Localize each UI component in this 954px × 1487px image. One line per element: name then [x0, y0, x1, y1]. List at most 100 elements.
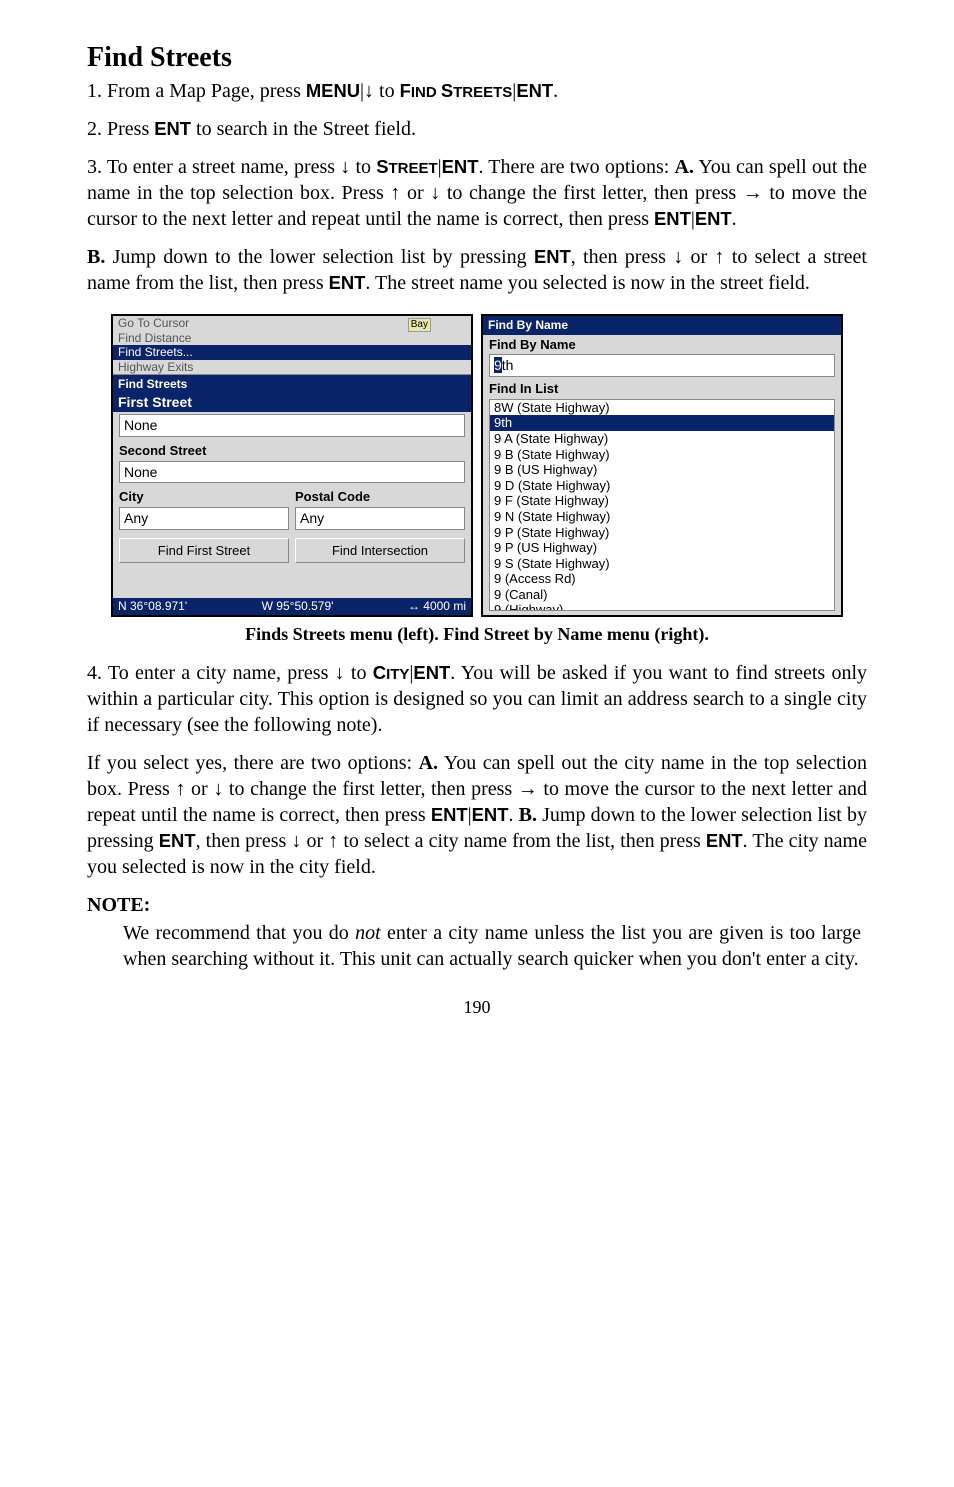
- step-3: 3. To enter a street name, press ↓ to ST…: [87, 154, 867, 232]
- menu-item[interactable]: Highway Exits: [113, 360, 471, 375]
- key-ent: ENT: [516, 80, 553, 101]
- option-b-label: B.: [519, 804, 537, 826]
- panel-title: Find By Name: [483, 316, 841, 334]
- list-item[interactable]: 9 P (US Highway): [490, 540, 834, 556]
- down-arrow-icon: ↓: [291, 830, 301, 852]
- key-ent: ENT: [159, 830, 196, 851]
- list-item[interactable]: 9 N (State Highway): [490, 509, 834, 525]
- key-ent: ENT: [154, 118, 191, 139]
- find-streets-panel: Bay Go To Cursor Find Distance Find Stre…: [111, 314, 473, 616]
- text: to search in the Street field.: [191, 118, 416, 140]
- list-item[interactable]: 9 A (State Highway): [490, 431, 834, 447]
- step-4: 4. To enter a city name, press ↓ to CITY…: [87, 660, 867, 738]
- find-intersection-button[interactable]: Find Intersection: [295, 538, 465, 564]
- list-item[interactable]: 9 B (State Highway): [490, 447, 834, 463]
- second-street-field[interactable]: None: [119, 461, 465, 484]
- up-arrow-icon: ↑: [175, 778, 185, 800]
- text: .: [553, 80, 558, 102]
- find-by-name-input[interactable]: 9th: [489, 354, 835, 377]
- map-tooltip: Bay: [408, 318, 431, 332]
- key-ent: ENT: [413, 662, 450, 683]
- text: .: [732, 208, 737, 230]
- text: 3. To enter a street name, press: [87, 156, 340, 178]
- key-menu: MENU: [306, 80, 360, 101]
- scale: ↔ 4000 mi: [408, 599, 466, 613]
- down-arrow-icon: ↓: [673, 246, 683, 268]
- down-arrow-icon: ↓: [335, 662, 345, 684]
- key-ent: ENT: [654, 208, 691, 229]
- first-street-field[interactable]: None: [119, 414, 465, 437]
- option-a-label: A.: [419, 752, 438, 774]
- find-first-street-button[interactable]: Find First Street: [119, 538, 289, 564]
- text: 4. To enter a city name, press: [87, 662, 335, 684]
- key-ent: ENT: [329, 272, 366, 293]
- postal-field[interactable]: Any: [295, 507, 465, 530]
- step-1: 1. From a Map Page, press MENU|↓ to FIND…: [87, 78, 867, 104]
- key-ent: ENT: [472, 804, 509, 825]
- heading-find-streets: Find Streets: [87, 40, 867, 76]
- text: F: [400, 80, 411, 101]
- text: to: [350, 156, 376, 178]
- key-ent: ENT: [431, 804, 468, 825]
- text: TREET: [388, 160, 437, 177]
- text: We recommend that you do: [123, 922, 355, 944]
- input-rest: th: [502, 357, 514, 373]
- text: . There are two options:: [478, 156, 674, 178]
- up-arrow-icon: ↑: [714, 246, 724, 268]
- key-ent: ENT: [695, 208, 732, 229]
- list-item[interactable]: 9 (Access Rd): [490, 571, 834, 587]
- text: to: [374, 80, 400, 102]
- note-body: We recommend that you do not enter a cit…: [123, 920, 861, 972]
- list-item[interactable]: 9 S (State Highway): [490, 556, 834, 572]
- text: or: [185, 778, 213, 800]
- key-ent: ENT: [706, 830, 743, 851]
- list-item[interactable]: 9 (Highway): [490, 602, 834, 610]
- list-item[interactable]: 9 B (US Highway): [490, 462, 834, 478]
- panel-title: Find Streets: [113, 375, 471, 393]
- text: to select a city name from the list, the…: [338, 830, 706, 852]
- text: or: [683, 246, 714, 268]
- first-street-bar: First Street: [113, 393, 471, 412]
- note-heading: NOTE:: [87, 892, 867, 918]
- page-number: 190: [87, 996, 867, 1019]
- emphasis: not: [355, 922, 381, 944]
- text: S: [376, 156, 388, 177]
- text: If you select yes, there are two options…: [87, 752, 419, 774]
- text: to: [345, 662, 373, 684]
- coord-n: N 36°08.971': [118, 599, 187, 613]
- text: or: [301, 830, 328, 852]
- text: Jump down to the lower selection list by…: [105, 246, 534, 268]
- step-3b: B. Jump down to the lower selection list…: [87, 244, 867, 296]
- key-ent: ENT: [534, 246, 571, 267]
- list-item-selected[interactable]: 9th: [490, 415, 834, 431]
- up-arrow-icon: ↑: [390, 182, 400, 204]
- list-item[interactable]: 9 D (State Highway): [490, 478, 834, 494]
- figure-caption: Finds Streets menu (left). Find Street b…: [87, 623, 867, 646]
- city-field[interactable]: Any: [119, 507, 289, 530]
- menu-item[interactable]: Find Distance: [113, 331, 471, 345]
- text: , then press: [196, 830, 292, 852]
- text: ITY: [386, 666, 409, 683]
- option-b-label: B.: [87, 246, 105, 268]
- text: C: [373, 662, 386, 683]
- find-by-name-panel: Find By Name Find By Name 9th Find In Li…: [481, 314, 843, 616]
- paragraph-options: If you select yes, there are two options…: [87, 750, 867, 880]
- list-item[interactable]: 9 (Canal): [490, 587, 834, 603]
- text: , then press: [571, 246, 673, 268]
- down-arrow-icon: ↓: [340, 156, 350, 178]
- list-item[interactable]: 9 F (State Highway): [490, 493, 834, 509]
- menu-item-selected[interactable]: Find Streets...: [113, 345, 471, 359]
- status-bar: N 36°08.971' W 95°50.579' ↔ 4000 mi: [113, 598, 471, 614]
- text: to change the first letter, then press: [440, 182, 742, 204]
- results-list[interactable]: 8W (State Highway) 9th 9 A (State Highwa…: [489, 399, 835, 611]
- text: IND: [411, 84, 441, 101]
- text: to change the first letter, then press: [223, 778, 517, 800]
- second-street-label: Second Street: [113, 439, 471, 459]
- text: . The street name you selected is now in…: [365, 272, 810, 294]
- postal-label: Postal Code: [295, 487, 465, 505]
- up-arrow-icon: ↑: [328, 830, 338, 852]
- right-arrow-icon: →: [743, 182, 763, 204]
- text: TREETS: [453, 84, 512, 101]
- list-item[interactable]: 9 P (State Highway): [490, 525, 834, 541]
- list-item[interactable]: 8W (State Highway): [490, 400, 834, 416]
